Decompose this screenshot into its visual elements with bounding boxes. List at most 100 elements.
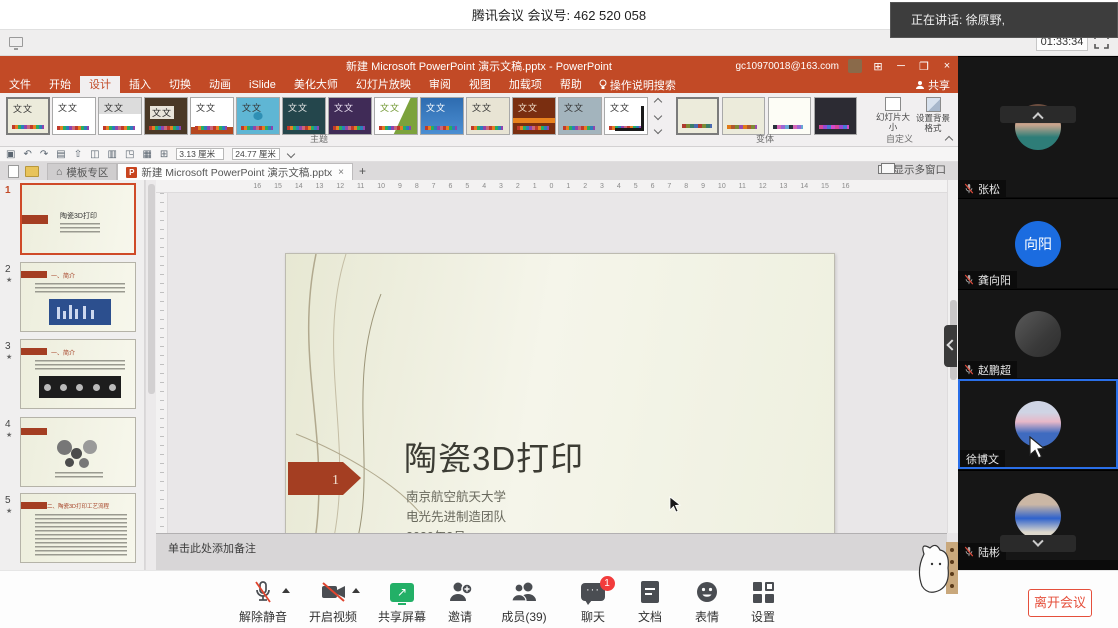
- variant-thumbnail[interactable]: [814, 97, 857, 135]
- new-tab-icon[interactable]: +: [359, 164, 366, 178]
- tab-home[interactable]: 开始: [40, 76, 80, 93]
- sidebar-collapse-up[interactable]: [1000, 106, 1076, 123]
- mic-options-caret[interactable]: [282, 588, 290, 593]
- thumbnail-number: 4: [5, 419, 11, 430]
- slide-subtitle[interactable]: 电光先进制造团队: [406, 506, 506, 525]
- slide-thumbnail-2[interactable]: 一、简介: [20, 262, 136, 332]
- shape-width-field[interactable]: 24.77 厘米: [232, 148, 280, 160]
- tab-help[interactable]: 帮助: [551, 76, 591, 93]
- camera-options-caret[interactable]: [352, 588, 360, 593]
- variant-thumbnail[interactable]: [768, 97, 811, 135]
- slide-subtitle[interactable]: 南京航空航天大学: [406, 486, 506, 505]
- powerpoint-window: 新建 Microsoft PowerPoint 演示文稿.pptx - Powe…: [0, 56, 958, 570]
- qat-tool-icon[interactable]: ⇧: [74, 149, 82, 160]
- unmute-button[interactable]: 解除静音: [228, 578, 298, 625]
- theme-thumbnail[interactable]: 文文: [144, 97, 188, 135]
- ppt-account-avatar[interactable]: [848, 59, 862, 73]
- theme-thumbnail[interactable]: 文文: [52, 97, 96, 135]
- customize-group: 幻灯片大小 设置背景格式: [876, 97, 950, 134]
- video-tile[interactable]: 张松: [958, 56, 1118, 197]
- variant-thumbnail[interactable]: [676, 97, 719, 135]
- slide-thumbnail-3[interactable]: 一、简介: [20, 339, 136, 409]
- qat-customize-icon[interactable]: [287, 150, 295, 158]
- tab-close-icon[interactable]: ×: [338, 167, 344, 178]
- qat-tool-icon[interactable]: ⊞: [160, 149, 168, 160]
- save-icon[interactable]: ▣: [6, 149, 15, 160]
- theme-thumbnail[interactable]: 文文: [98, 97, 142, 135]
- tab-file[interactable]: 文件: [0, 76, 40, 93]
- sidebar-collapse-down[interactable]: [1000, 535, 1076, 552]
- tab-islide[interactable]: iSlide: [240, 76, 285, 93]
- ribbon-collapse-icon[interactable]: [945, 136, 953, 144]
- start-slideshow-icon[interactable]: ▤: [56, 149, 65, 160]
- gallery-more-icon[interactable]: [654, 126, 662, 134]
- settings-button[interactable]: 设置: [728, 578, 798, 625]
- theme-thumbnail[interactable]: 文文: [512, 97, 556, 135]
- slide-thumbnail-1[interactable]: 陶瓷3D打印: [20, 183, 136, 255]
- gallery-down-icon[interactable]: [654, 112, 662, 120]
- tab-animations[interactable]: 动画: [200, 76, 240, 93]
- theme-thumbnail[interactable]: 文文: [282, 97, 326, 135]
- slide-size-button[interactable]: 幻灯片大小: [876, 97, 910, 134]
- mic-muted-icon: [964, 546, 974, 558]
- qat-tool-icon[interactable]: ▦: [142, 149, 151, 160]
- ppt-share-button[interactable]: 共享: [915, 77, 950, 93]
- tab-design[interactable]: 设计: [80, 76, 120, 93]
- members-button[interactable]: 成员(39): [489, 578, 559, 625]
- ppt-file-icon: P: [126, 167, 137, 178]
- qat-tool-icon[interactable]: ◫: [90, 149, 99, 160]
- tab-review[interactable]: 审阅: [420, 76, 460, 93]
- slide-size-icon: [885, 97, 901, 111]
- ribbon-display-options-icon[interactable]: ⊞: [871, 60, 885, 73]
- shape-height-field[interactable]: 3.13 厘米: [176, 148, 224, 160]
- tell-me-search[interactable]: 操作说明搜索: [591, 76, 684, 93]
- theme-thumbnail[interactable]: 文文: [328, 97, 372, 135]
- show-multi-window-button[interactable]: 显示多窗口: [878, 162, 947, 177]
- close-icon[interactable]: ×: [940, 60, 954, 72]
- invite-button[interactable]: 邀请: [425, 578, 495, 625]
- tab-insert[interactable]: 插入: [120, 76, 160, 93]
- tab-beautify[interactable]: 美化大师: [285, 76, 347, 93]
- slide-title[interactable]: 陶瓷3D打印: [404, 432, 584, 480]
- tab-template-zone[interactable]: ⌂ 模板专区: [47, 163, 117, 180]
- theme-gallery: 文文 文文 文文 文文 文文 文文 文文 文文 文文 文文 文文 文文 文文 文…: [6, 97, 648, 135]
- panel-collapse-icon[interactable]: [944, 325, 957, 367]
- open-folder-icon[interactable]: [25, 166, 39, 177]
- minimize-icon[interactable]: ─: [894, 60, 908, 72]
- restore-icon[interactable]: ❐: [917, 60, 931, 73]
- qat-tool-icon[interactable]: ◳: [125, 149, 134, 160]
- theme-thumbnail[interactable]: 文文: [604, 97, 648, 135]
- theme-thumbnail[interactable]: 文文: [420, 97, 464, 135]
- theme-thumbnail[interactable]: 文文: [190, 97, 234, 135]
- tab-current-file[interactable]: P 新建 Microsoft PowerPoint 演示文稿.pptx ×: [117, 163, 353, 180]
- gallery-up-icon[interactable]: [654, 98, 662, 106]
- video-tile[interactable]: 赵鹏超: [958, 289, 1118, 378]
- theme-thumbnail[interactable]: 文文: [558, 97, 602, 135]
- start-video-button[interactable]: 开启视频: [298, 578, 368, 625]
- undo-icon[interactable]: ↶: [23, 149, 31, 160]
- theme-thumbnail[interactable]: 文文: [6, 97, 50, 135]
- tab-slideshow[interactable]: 幻灯片放映: [347, 76, 420, 93]
- leave-meeting-button[interactable]: 离开会议: [1028, 589, 1092, 617]
- format-background-button[interactable]: 设置背景格式: [916, 97, 950, 134]
- theme-thumbnail[interactable]: 文文: [236, 97, 280, 135]
- video-tile[interactable]: 向阳 龚向阳: [958, 198, 1118, 288]
- tab-transitions[interactable]: 切换: [160, 76, 200, 93]
- theme-thumbnail[interactable]: 文文: [466, 97, 510, 135]
- new-file-icon[interactable]: [8, 165, 19, 178]
- redo-icon[interactable]: ↷: [40, 149, 48, 160]
- slide-thumbnail-4[interactable]: [20, 417, 136, 487]
- variant-thumbnail[interactable]: [722, 97, 765, 135]
- slide-thumbnail-5[interactable]: 二、陶瓷3D打印工艺流程: [20, 493, 136, 563]
- theme-thumbnail[interactable]: 文文: [374, 97, 418, 135]
- svg-text:1: 1: [332, 473, 339, 488]
- slide-number-pennant: 1: [288, 462, 362, 495]
- tab-addins[interactable]: 加载项: [500, 76, 551, 93]
- qat-tool-icon[interactable]: ▥: [108, 149, 117, 160]
- tab-view[interactable]: 视图: [460, 76, 500, 93]
- ppt-workspace: 1 陶瓷3D打印 2 ★ 一、简介 3 ★: [0, 180, 958, 570]
- thumbnail-number: 5: [5, 495, 11, 506]
- thumbnail-scrollbar[interactable]: [145, 180, 156, 570]
- notes-pane[interactable]: 单击此处添加备注: [156, 533, 947, 570]
- participant-name: 徐博文: [966, 451, 999, 467]
